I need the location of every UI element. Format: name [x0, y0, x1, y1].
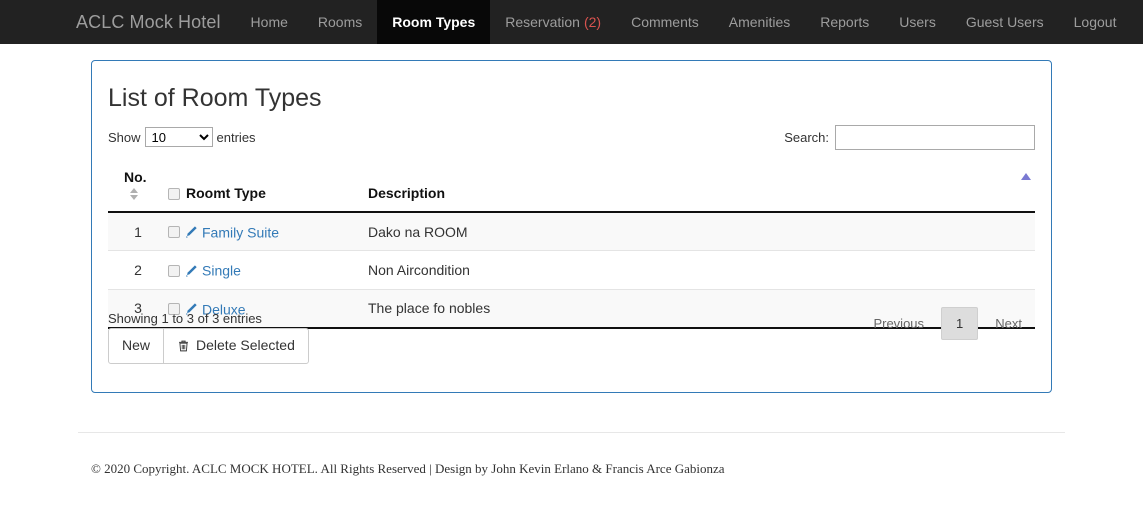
nav-item-reports[interactable]: Reports [805, 0, 884, 44]
column-header-actions[interactable] [975, 161, 1035, 212]
length-menu: Show 10 25 50 100 entries [108, 127, 256, 147]
nav-item-reservation-label: Reservation [505, 14, 580, 30]
navbar-links: Home Rooms Room Types Reservation(2) Com… [236, 0, 1132, 44]
nav-item-room-types[interactable]: Room Types [377, 0, 490, 44]
column-header-room-type[interactable]: Roomt Type [160, 161, 360, 212]
column-header-room-type-label: Roomt Type [186, 185, 266, 201]
trash-icon [177, 339, 190, 353]
nav-item-amenities[interactable]: Amenities [714, 0, 805, 44]
row-room-type: Family Suite [160, 212, 360, 251]
panel-body: List of Room Types Show 10 25 50 100 ent… [92, 61, 1051, 392]
column-header-no[interactable]: No. [108, 161, 160, 212]
room-types-table: No. Roomt Type Description [108, 161, 1035, 329]
column-header-description[interactable]: Description [360, 161, 975, 212]
row-description: Non Aircondition [360, 251, 975, 289]
nav-item-rooms[interactable]: Rooms [303, 0, 377, 44]
column-header-description-label: Description [368, 185, 445, 201]
row-tail [975, 251, 1035, 289]
room-type-link[interactable]: Single [202, 263, 241, 279]
row-room-type: Single [160, 251, 360, 289]
sort-both-icon [130, 188, 138, 200]
delete-selected-button[interactable]: Delete Selected [163, 328, 309, 364]
row-select-checkbox[interactable] [168, 226, 180, 238]
table-row: 2 Single Non Aircondition [108, 251, 1035, 289]
nav-item-comments[interactable]: Comments [616, 0, 714, 44]
nav-item-logout[interactable]: Logout [1059, 0, 1132, 44]
search-control: Search: [784, 125, 1035, 150]
row-select-checkbox[interactable] [168, 265, 180, 277]
pagination-page-1[interactable]: 1 [941, 307, 978, 340]
pagination-next[interactable]: Next [982, 309, 1035, 338]
row-number: 1 [108, 212, 160, 251]
delete-selected-label: Delete Selected [196, 336, 295, 356]
navbar-brand[interactable]: ACLC Mock Hotel [76, 0, 236, 44]
select-all-checkbox[interactable] [168, 188, 180, 200]
action-button-group: New Delete Selected [108, 328, 309, 364]
table-controls: Show 10 25 50 100 entries Search: [108, 121, 1035, 155]
search-label: Search: [784, 130, 829, 145]
room-type-link[interactable]: Family Suite [202, 224, 279, 240]
page-title: List of Room Types [108, 83, 1035, 113]
entries-per-page-select[interactable]: 10 25 50 100 [145, 127, 213, 147]
length-menu-prefix: Show [108, 130, 141, 145]
new-button[interactable]: New [108, 328, 164, 364]
edit-pencil-icon[interactable] [184, 264, 198, 278]
sort-ascending-icon [1021, 173, 1031, 180]
table-header-row: No. Roomt Type Description [108, 161, 1035, 212]
edit-pencil-icon[interactable] [184, 225, 198, 239]
table-head: No. Roomt Type Description [108, 161, 1035, 212]
table-info: Showing 1 to 3 of 3 entries [108, 311, 262, 326]
footer-copyright: © 2020 Copyright. ACLC MOCK HOTEL. All R… [91, 461, 725, 477]
column-header-no-label: No. [124, 169, 147, 185]
row-description: Dako na ROOM [360, 212, 975, 251]
nav-item-reservation[interactable]: Reservation(2) [490, 0, 616, 44]
footer-divider [78, 432, 1065, 433]
nav-item-guest-users[interactable]: Guest Users [951, 0, 1059, 44]
main-navbar: ACLC Mock Hotel Home Rooms Room Types Re… [0, 0, 1143, 44]
nav-item-home[interactable]: Home [236, 0, 303, 44]
room-types-panel: List of Room Types Show 10 25 50 100 ent… [91, 60, 1052, 393]
row-tail [975, 212, 1035, 251]
length-menu-suffix: entries [217, 130, 256, 145]
pagination: Previous 1 Next [860, 307, 1035, 340]
pagination-previous[interactable]: Previous [860, 309, 937, 338]
reservation-count-badge: (2) [584, 14, 601, 30]
table-row: 1 Family Suite Dako na ROOM [108, 212, 1035, 251]
search-input[interactable] [835, 125, 1035, 150]
nav-item-users[interactable]: Users [884, 0, 951, 44]
row-number: 2 [108, 251, 160, 289]
